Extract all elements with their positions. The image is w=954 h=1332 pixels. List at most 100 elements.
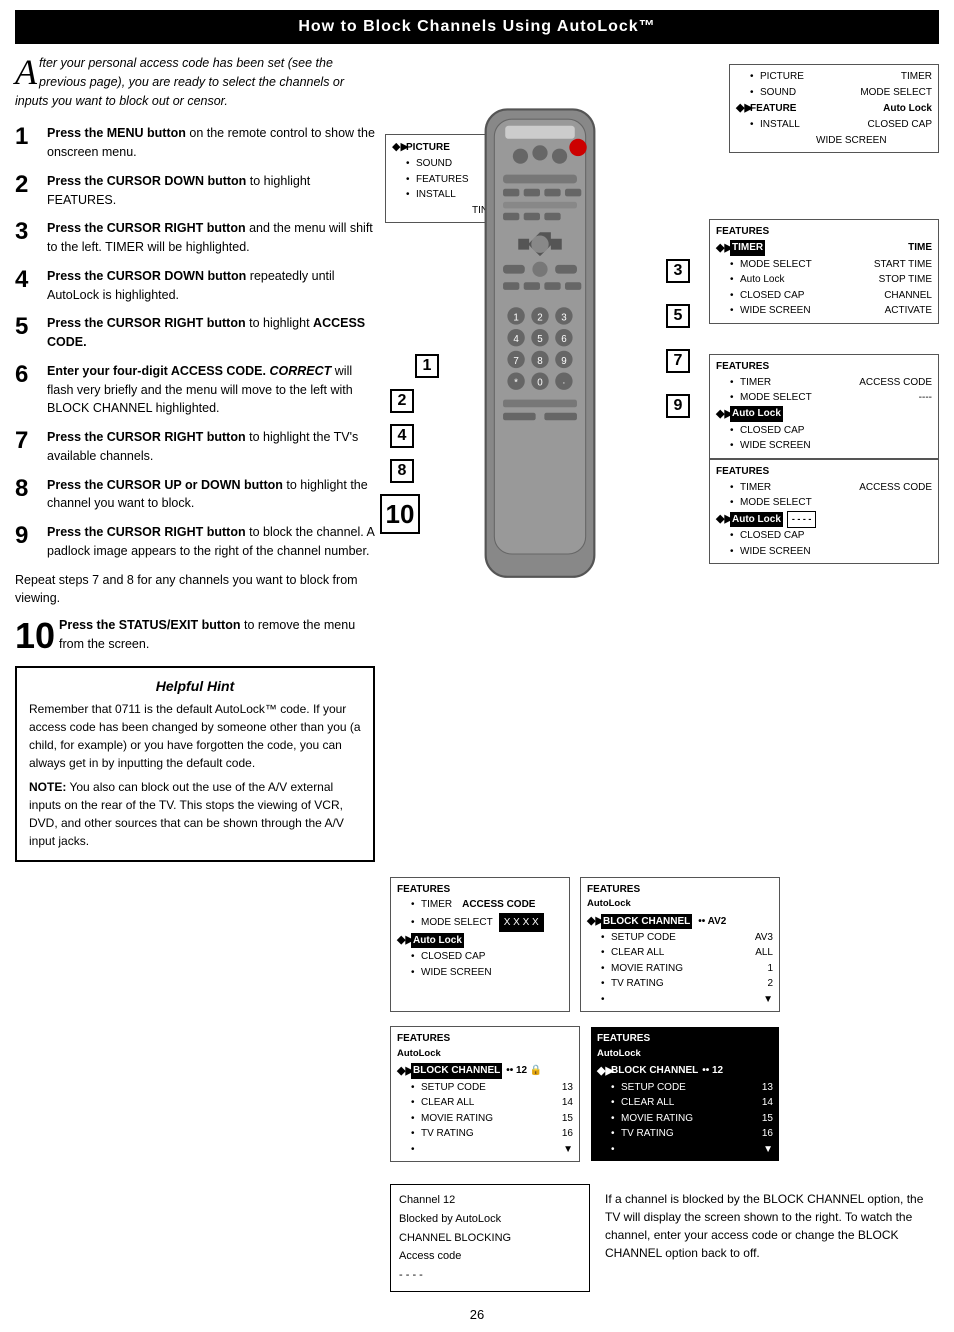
svg-text:6: 6 — [561, 334, 566, 345]
clm1-blockchannel: ◆▶ BLOCK CHANNEL •• 12 🔒 — [397, 1063, 573, 1080]
fm2-timer-label: TIMER — [740, 375, 771, 391]
step-2: 2 Press the CURSOR DOWN button to highli… — [15, 172, 375, 210]
fm3-mode: • MODE SELECT — [716, 495, 932, 511]
step-1: 1 Press the MENU button on the remote co… — [15, 124, 375, 162]
fm3-accesslabel: ACCESS CODE — [859, 480, 932, 496]
hint-note-text: You also can block out the use of the A/… — [29, 780, 344, 848]
step-6: 6 Enter your four-digit ACCESS CODE. COR… — [15, 362, 375, 418]
menu2-row-install: • INSTALL CLOSED CAP — [736, 117, 932, 133]
step-overlay-8: 8 — [390, 459, 414, 483]
acm-widescreen: • WIDE SCREEN — [397, 965, 563, 981]
step-text-9: Press the CURSOR RIGHT button to block t… — [47, 523, 375, 561]
drop-cap: A — [15, 54, 37, 90]
page-title: How to Block Channels Using AutoLock™ — [15, 10, 939, 44]
menu2-label-feature: FEATURE — [750, 101, 796, 117]
fm2-widescreen-label: WIDE SCREEN — [740, 438, 811, 454]
fm3-autolock-label: Auto Lock — [730, 512, 783, 528]
hint-title: Helpful Hint — [29, 678, 361, 694]
alcm-setupcode-label: SETUP CODE — [611, 930, 676, 946]
bullet2-picture: • — [750, 69, 760, 85]
step-5: 5 Press the CURSOR RIGHT button to highl… — [15, 314, 375, 352]
clm1-ch12: •• 12 🔒 — [506, 1063, 542, 1079]
alcm-blockchannel: ◆▶ BLOCK CHANNEL •• AV2 — [587, 913, 773, 930]
fm1-widescreen-label: WIDE SCREEN — [740, 303, 811, 319]
fm3-autolock: ◆▶ Auto Lock - - - - — [716, 511, 932, 529]
clm2-ch13: 13 — [762, 1080, 773, 1096]
clm2-title: FEATURES — [597, 1031, 773, 1047]
fm3-closedcap-label: CLOSED CAP — [740, 528, 804, 544]
svg-text:3: 3 — [561, 312, 566, 323]
acm-timer: • TIMER ACCESS CODE — [397, 897, 563, 913]
hint-box: Helpful Hint Remember that 0711 is the d… — [15, 666, 375, 862]
clm1-blockchannel-label: BLOCK CHANNEL — [411, 1063, 502, 1079]
step-text-6: Enter your four-digit ACCESS CODE. CORRE… — [47, 362, 375, 418]
clm1-more: • ▼ — [397, 1142, 573, 1158]
clm2-ch12: •• 12 — [702, 1063, 723, 1079]
fm3-accessval: - - - - — [787, 511, 817, 529]
clm2-down: ▼ — [763, 1142, 773, 1158]
bullet2-install: • — [750, 117, 760, 133]
step-num-5: 5 — [15, 314, 47, 340]
fm3-mode-label: MODE SELECT — [740, 495, 812, 511]
acm-mode: • MODE SELECT X X X X — [397, 913, 563, 933]
step-num-10: 10 — [15, 616, 59, 656]
menu2-label-sound: SOUND — [760, 85, 796, 101]
step-7: 7 Press the CURSOR RIGHT button to highl… — [15, 428, 375, 466]
fm2-dashes: ---- — [919, 390, 932, 406]
acm-widescreen-label: WIDE SCREEN — [421, 965, 492, 981]
step-text-7: Press the CURSOR RIGHT button to highlig… — [47, 428, 375, 466]
fm1-timer: ◆▶ TIMER TIME — [716, 240, 932, 257]
step-num-1: 1 — [15, 124, 47, 150]
fm1-stop: STOP TIME — [879, 272, 932, 288]
fm2-autolock-label: Auto Lock — [730, 406, 783, 422]
step-3: 3 Press the CURSOR RIGHT button and the … — [15, 219, 375, 257]
cursor-alcm: ◆▶ — [587, 913, 601, 930]
cursor-fm2-autolock: ◆▶ — [716, 406, 730, 423]
blocked-ch-line4: Access code — [399, 1247, 581, 1266]
clm2-movierating: • MOVIE RATING 15 — [597, 1111, 773, 1127]
cursor-clm1: ◆▶ — [397, 1063, 411, 1080]
fm1-start: START TIME — [874, 257, 932, 273]
step-text-5: Press the CURSOR RIGHT button to highlig… — [47, 314, 375, 352]
menu2-label-picture: PICTURE — [760, 69, 804, 85]
fm1-activate: ACTIVATE — [885, 303, 932, 319]
alcm-movierating: • MOVIE RATING 1 — [587, 961, 773, 977]
clm1-tvrating-label: TV RATING — [421, 1126, 474, 1142]
step-overlay-10: 10 — [380, 494, 420, 534]
svg-text:·: · — [562, 378, 565, 389]
fm3-timer-label: TIMER — [740, 480, 771, 496]
acm-closedcap-label: CLOSED CAP — [421, 949, 485, 965]
cursor-arrow-picture: ◆▶ — [392, 139, 406, 156]
acm-timer-label: TIMER — [421, 897, 452, 913]
svg-text:1: 1 — [513, 312, 518, 323]
fm2-closedcap-label: CLOSED CAP — [740, 423, 804, 439]
alcm-more: • ▼ — [587, 992, 773, 1008]
bottom-menus-row-1: FEATURES • TIMER ACCESS CODE • MODE SELE… — [390, 877, 939, 1019]
cursor2-feature: ◆▶ — [736, 100, 750, 117]
fm1-mode-label: MODE SELECT — [740, 257, 812, 273]
hint-paragraph-1: Remember that 0711 is the default AutoLo… — [29, 700, 361, 772]
fm1-autolock-label: Auto Lock — [740, 272, 784, 288]
step-text-10: Press the STATUS/EXIT button to remove t… — [59, 616, 375, 654]
fm1-channel: CHANNEL — [884, 288, 932, 304]
step-text-3: Press the CURSOR RIGHT button and the me… — [47, 219, 375, 257]
alcm-all: ALL — [755, 945, 773, 961]
channel-list-menu-1: FEATURES AutoLock ◆▶ BLOCK CHANNEL •• 12… — [390, 1026, 580, 1162]
step-overlay-3: 3 — [666, 259, 690, 283]
fm2-mode-label: MODE SELECT — [740, 390, 812, 406]
clm1-down: ▼ — [563, 1142, 573, 1158]
blocked-ch-line5: - - - - — [399, 1266, 581, 1285]
cursor-fm3-autolock: ◆▶ — [716, 511, 730, 528]
bullet2-sound: • — [750, 85, 760, 101]
acm-accesslabel: ACCESS CODE — [462, 897, 535, 913]
clm2-ch14: 14 — [762, 1095, 773, 1111]
right-column: ◆▶ PICTURE BRIGHTNESS • SOUND COLOR • FE… — [385, 54, 939, 862]
remote-svg: 1 2 3 4 5 6 7 8 9 — [440, 104, 640, 604]
svg-text:0: 0 — [537, 378, 543, 389]
step-num-2: 2 — [15, 172, 47, 198]
fm1-closedcap-label: CLOSED CAP — [740, 288, 804, 304]
step-num-8: 8 — [15, 476, 47, 502]
clm1-clearall: • CLEAR ALL 14 — [397, 1095, 573, 1111]
alcm-2: 2 — [767, 976, 773, 992]
main-menu-2: • PICTURE TIMER • SOUND MODE SELECT ◆▶ F… — [729, 64, 939, 153]
